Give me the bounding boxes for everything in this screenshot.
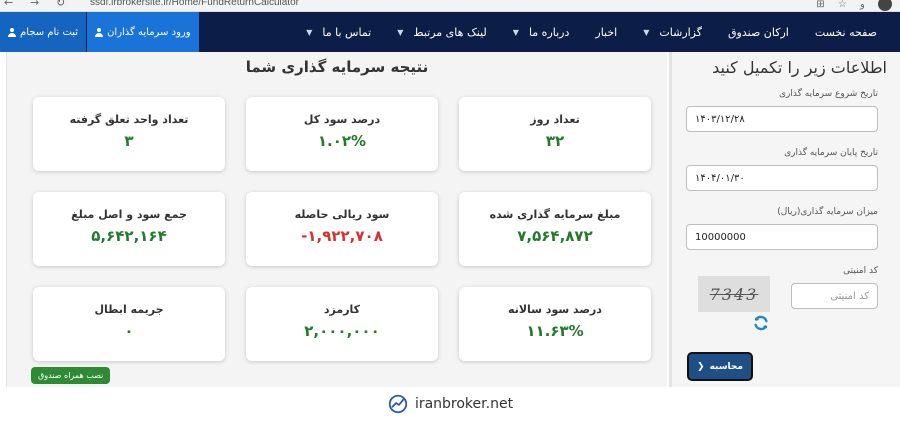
amount-input[interactable]	[686, 224, 878, 250]
chevron-left-icon: ❮	[697, 361, 705, 372]
address-bar[interactable]: ssdf.irbrokersite.ir/Home/FundReturnCalc…	[90, 0, 299, 8]
result-card: مبلغ سرمایه گذاری شده ۷,۵۶۴,۸۷۲	[459, 192, 651, 266]
result-card-value: ۳۲	[545, 132, 565, 150]
result-card-value: ۰	[124, 322, 134, 340]
results-title: نتیجه سرمایه گذاری شما	[245, 58, 429, 76]
captcha-label: کد امنیتی	[843, 266, 878, 276]
result-card-label: تعداد واحد تعلق گرفته	[69, 113, 189, 126]
nav-item-label: گزارشات	[659, 25, 702, 39]
browser-toolbar: ← → ↻ ssdf.irbrokersite.ir/Home/FundRetu…	[0, 0, 900, 12]
start-date-label: تاریخ شروع سرمایه گذاری	[778, 89, 878, 99]
user-icon	[95, 27, 104, 37]
result-card: تعداد واحد تعلق گرفته ۳	[33, 97, 225, 171]
nav-item-label: تماس با ما	[322, 25, 372, 39]
result-card-value: ۳	[124, 132, 134, 150]
user-icon	[8, 27, 16, 37]
nav-item-6[interactable]: تماس با ما ▼	[293, 26, 384, 39]
nav-item-label: درباره ما	[528, 25, 570, 39]
result-card: سود ریالی حاصله -۱,۹۲۲,۷۰۸	[246, 192, 438, 266]
main-navbar: صفحه نخست ارکان صندوق گزارشات ▼ اخبار درباره …	[0, 12, 900, 52]
result-card-label: جریمه ابطال	[94, 303, 164, 316]
sejam-signup-button[interactable]: ثبت نام سجام	[0, 12, 88, 52]
amount-label: میزان سرمایه گذاری(ریال)	[777, 207, 878, 217]
result-card-label: مبلغ سرمایه گذاری شده	[489, 208, 621, 221]
install-app-badge[interactable]: نصب همراه صندوق	[31, 367, 111, 384]
result-card: درصد سود کل ۱.۰۲%	[246, 97, 438, 171]
back-icon[interactable]: ←	[4, 0, 13, 9]
result-card-label: جمع سود و اصل مبلغ	[71, 208, 187, 221]
result-card: جریمه ابطال ۰	[33, 287, 225, 361]
translate-icon[interactable]: ⊞	[816, 0, 824, 10]
result-card: تعداد روز ۳۲	[459, 97, 651, 171]
results-panel: نتیجه سرمایه گذاری شما تعداد روز ۳۲ درصد س…	[6, 52, 667, 387]
result-card: جمع سود و اصل مبلغ ۵,۶۴۲,۱۶۴	[33, 192, 225, 266]
captcha-input[interactable]	[791, 283, 878, 309]
result-card-label: کارمزد	[323, 303, 361, 316]
result-card-label: سود ریالی حاصله	[294, 208, 390, 221]
calculate-label: محاسبه	[709, 361, 743, 372]
result-card: کارمزد ۲,۰۰۰,۰۰۰	[246, 287, 438, 361]
caret-down-icon: ▼	[306, 27, 313, 37]
nav-item-label: لینک های مرتبط	[413, 25, 487, 39]
start-date-input[interactable]	[686, 106, 878, 132]
result-card-label: تعداد روز	[530, 113, 580, 126]
login-label: ورود سرمایه گذاران	[107, 26, 191, 38]
result-card-value: ۵,۶۴۲,۱۶۴	[91, 227, 167, 245]
nav-item-1[interactable]: ارکان صندوق	[715, 26, 802, 39]
calculator-form: اطلاعات زیر را تکمیل کنید تاریخ شروع سرم…	[672, 52, 900, 387]
auth-buttons: ثبت نام سجام ورود سرمایه گذاران	[0, 12, 200, 52]
result-card-label: درصد سود کل	[303, 113, 381, 126]
extension-label: و	[859, 0, 865, 10]
nav-item-3[interactable]: اخبار	[582, 26, 630, 39]
signup-label: ثبت نام سجام	[20, 26, 79, 38]
captcha-image: 7343	[698, 276, 770, 312]
nav-item-label: صفحه نخست	[814, 25, 877, 39]
result-card-value: ۷,۵۶۴,۸۷۲	[517, 227, 593, 245]
refresh-captcha-icon[interactable]	[752, 314, 770, 332]
nav-item-5[interactable]: لینک های مرتبط ▼	[384, 26, 500, 39]
iranbroker-logo-icon	[388, 394, 408, 414]
profile-avatar[interactable]	[878, 0, 892, 11]
nav-menu: صفحه نخست ارکان صندوق گزارشات ▼ اخبار درباره …	[293, 12, 890, 52]
nav-item-label: اخبار	[595, 25, 618, 39]
footer-brand: iranbroker.net	[414, 396, 514, 412]
nav-item-2[interactable]: گزارشات ▼	[630, 26, 715, 39]
result-card-value: ۲,۰۰۰,۰۰۰	[304, 322, 380, 340]
bookmark-star-icon[interactable]: ☆	[838, 0, 847, 10]
caret-down-icon: ▼	[643, 27, 650, 37]
investor-login-button[interactable]: ورود سرمایه گذاران	[87, 12, 200, 52]
result-card-value: ۱۱.۶۳%	[526, 322, 584, 340]
nav-item-4[interactable]: درباره ما ▼	[500, 26, 583, 39]
caret-down-icon: ▼	[397, 27, 404, 37]
end-date-label: تاریخ پایان سرمایه گذاری	[784, 148, 878, 158]
result-card: درصد سود سالانه ۱۱.۶۳%	[459, 287, 651, 361]
forward-icon[interactable]: →	[30, 0, 39, 9]
reload-icon[interactable]: ↻	[56, 0, 65, 9]
result-card-label: درصد سود سالانه	[508, 303, 602, 316]
result-card-value: -۱,۹۲۲,۷۰۸	[301, 227, 383, 245]
result-card-value: ۱.۰۲%	[317, 132, 367, 150]
nav-item-0[interactable]: صفحه نخست	[802, 26, 890, 39]
nav-item-label: ارکان صندوق	[728, 25, 789, 39]
caret-down-icon: ▼	[512, 27, 519, 37]
footer-watermark: iranbroker.net	[0, 387, 900, 421]
end-date-input[interactable]	[686, 165, 878, 191]
calculate-button[interactable]: محاسبه ❮	[687, 352, 753, 381]
form-title: اطلاعات زیر را تکمیل کنید	[712, 58, 887, 77]
